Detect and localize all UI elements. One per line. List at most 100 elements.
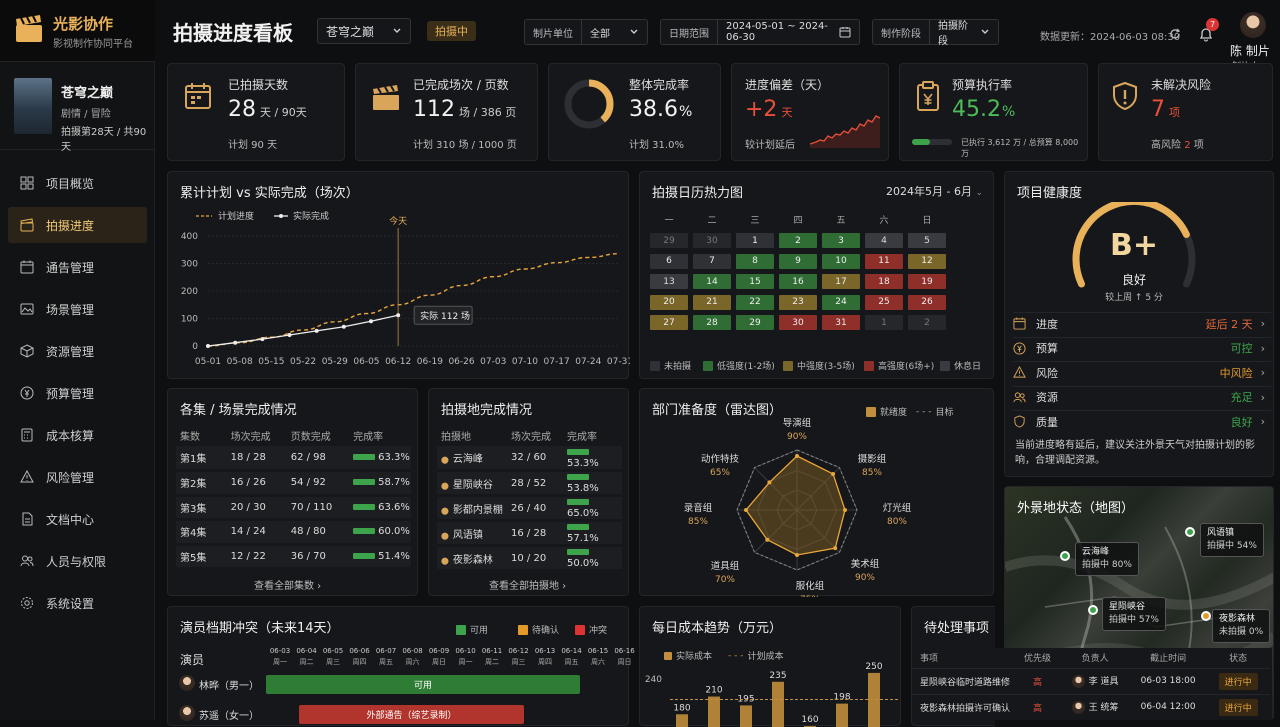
weekday-label: 周四 xyxy=(352,658,367,666)
date-range-filter[interactable]: 日期范围 2024-05-01 ~ 2024-06-30 xyxy=(660,19,860,45)
kpi-number: 7 xyxy=(1151,97,1165,122)
calendar-day[interactable]: 2 xyxy=(779,233,817,248)
calendar-day[interactable]: 1 xyxy=(865,315,903,330)
sidebar-item-8[interactable]: 风险管理 xyxy=(8,459,147,495)
calendar-day[interactable]: 29 xyxy=(736,315,774,330)
coin-icon xyxy=(1013,341,1026,355)
calendar-day[interactable]: 10 xyxy=(822,253,860,269)
project-card[interactable]: 苍穹之巅 剧情 / 冒险 拍摄第28天 / 共90天 xyxy=(0,70,155,153)
cell-text: 60.0% xyxy=(378,526,410,538)
calendar-day[interactable]: 15 xyxy=(736,274,774,289)
sidebar-item-10[interactable]: 人员与权限 xyxy=(8,543,147,579)
view-all-locations-link[interactable]: 查看全部拍摄地 › xyxy=(489,577,566,592)
table-row[interactable]: ⬤ 夜影森林 10 / 20 50.0% xyxy=(437,545,622,572)
table-row[interactable]: ⬤ 云海峰 32 / 60 53.3% xyxy=(437,446,622,472)
calendar-day[interactable]: 31 xyxy=(822,315,860,330)
stage-filter[interactable]: 制作阶段 拍摄阶段 xyxy=(872,19,999,47)
legend-label: 中强度(3-5场) xyxy=(797,362,855,372)
calendar-day[interactable]: 9 xyxy=(779,253,817,269)
calendar-day[interactable]: 29 xyxy=(650,233,688,248)
schedule-bar[interactable]: 外部通告（综艺录制） xyxy=(299,705,524,724)
calendar-day[interactable]: 8 xyxy=(736,253,774,269)
calendar-day[interactable]: 12 xyxy=(908,253,946,269)
calendar-day[interactable]: 28 xyxy=(693,315,731,330)
unit-filter[interactable]: 制片单位 全部 xyxy=(524,19,648,45)
project-select[interactable]: 苍穹之巅 xyxy=(317,18,411,44)
sidebar-item-5[interactable]: 资源管理 xyxy=(8,333,147,369)
schedule-bar[interactable]: 可用 xyxy=(266,675,580,694)
table-cell: ⬤ 星陨峡谷 xyxy=(437,470,511,497)
sidebar-item-9[interactable]: 文档中心 xyxy=(8,501,147,537)
calendar-day[interactable]: 26 xyxy=(908,294,946,310)
calendar-day[interactable]: 22 xyxy=(736,294,774,310)
calendar-day[interactable]: 4 xyxy=(865,233,903,248)
weekday-label: 周五 xyxy=(564,658,579,666)
table-header: 截止时间 xyxy=(1150,654,1187,665)
calendar-day[interactable]: 18 xyxy=(865,274,903,289)
calendar-day[interactable]: 1 xyxy=(736,233,774,248)
calendar-range-select[interactable]: 2024年5月 - 6月 ⌄ xyxy=(886,183,983,199)
sidebar-item-label: 风险管理 xyxy=(46,470,95,485)
sidebar-item-3[interactable]: 通告管理 xyxy=(8,249,147,285)
calendar-day[interactable]: 14 xyxy=(693,274,731,289)
calendar-day[interactable]: 6 xyxy=(650,253,688,269)
health-item[interactable]: 进度 延后 2 天 › xyxy=(1013,312,1271,334)
calendar-day[interactable]: 24 xyxy=(822,294,860,310)
table-row[interactable]: ⬤ 星陨峡谷 28 / 52 53.8% xyxy=(437,470,622,497)
calendar-day[interactable]: 30 xyxy=(693,233,731,248)
calendar-day[interactable]: 16 xyxy=(779,274,817,289)
table-row[interactable]: 第1集 18 / 28 62 / 98 63.3% xyxy=(176,446,411,472)
table-row[interactable]: 星陨峡谷临时道路维修 高 李 道具 06-03 18:00 进行中 xyxy=(912,667,1270,694)
calendar-day[interactable]: 2 xyxy=(908,315,946,330)
map-pin-icon[interactable] xyxy=(1060,551,1070,561)
map-pin-icon[interactable] xyxy=(1185,527,1195,537)
table-row[interactable]: 第4集 14 / 24 48 / 80 60.0% xyxy=(176,519,411,546)
table-row[interactable]: 第3集 20 / 30 70 / 110 63.6% xyxy=(176,495,411,521)
legend-label: 实际完成 xyxy=(293,210,329,222)
table-cell: 63.3% xyxy=(353,446,411,472)
table-row[interactable]: 第2集 16 / 26 54 / 92 58.7% xyxy=(176,470,411,497)
calendar-day[interactable]: 23 xyxy=(779,294,817,310)
table-row[interactable]: ⬤ 风语镇 16 / 28 57.1% xyxy=(437,520,622,547)
calendar-day[interactable]: 21 xyxy=(693,294,731,310)
sidebar-item-11[interactable]: 系统设置 xyxy=(8,585,147,621)
calendar-day[interactable]: 19 xyxy=(908,274,946,289)
completion-bar xyxy=(567,448,589,455)
sidebar-item-6[interactable]: 预算管理 xyxy=(8,375,147,411)
calendar-day[interactable]: 13 xyxy=(650,274,688,289)
avatar[interactable] xyxy=(1240,12,1266,38)
calendar-day[interactable]: 5 xyxy=(908,233,946,248)
health-item[interactable]: 风险 中风险 › xyxy=(1013,361,1271,383)
calendar-day[interactable]: 27 xyxy=(650,315,688,330)
health-item[interactable]: 预算 可控 › xyxy=(1013,336,1271,359)
view-all-episodes-link[interactable]: 查看全部集数 › xyxy=(254,577,321,592)
table-row[interactable]: 第5集 12 / 22 36 / 70 51.4% xyxy=(176,544,411,570)
refresh-icon[interactable] xyxy=(1169,28,1181,40)
calendar-day[interactable]: 17 xyxy=(822,274,860,289)
cost-bar xyxy=(772,681,784,727)
cell-text: 影都内景棚 xyxy=(452,504,503,516)
sidebar-item-2[interactable]: 拍摄进度 xyxy=(8,207,147,243)
owner-name: 李 道具 xyxy=(1088,677,1119,687)
calendar-day[interactable]: 25 xyxy=(865,294,903,310)
cell-text: 16 / 26 xyxy=(230,477,266,489)
sidebar-item-7[interactable]: 成本核算 xyxy=(8,417,147,453)
health-item[interactable]: 资源 充足 › xyxy=(1013,385,1271,408)
cell-text: 54 / 92 xyxy=(290,477,326,489)
health-item[interactable]: 质量 良好 › xyxy=(1013,410,1271,432)
table-row[interactable]: ⬤ 影都内景棚 26 / 40 65.0% xyxy=(437,495,622,522)
table-cell: 62 / 98 xyxy=(290,446,354,472)
calendar-day[interactable]: 7 xyxy=(693,253,731,269)
sidebar-item-4[interactable]: 场景管理 xyxy=(8,291,147,327)
map-pin-status: 拍摄中 57% xyxy=(1109,615,1159,625)
calendar-day[interactable]: 20 xyxy=(650,294,688,310)
health-grade-label: 良好 xyxy=(1121,273,1146,287)
legend-label: 高强度(6场+) xyxy=(878,362,935,372)
calendar-day[interactable]: 11 xyxy=(865,253,903,269)
table-row[interactable]: 夜影森林拍摄许可确认 高 王 统筹 06-04 12:00 进行中 xyxy=(912,693,1270,720)
map-pin-icon[interactable] xyxy=(1201,611,1211,621)
calendar-day[interactable]: 3 xyxy=(822,233,860,248)
calendar-day[interactable]: 30 xyxy=(779,315,817,330)
map-pin-icon[interactable] xyxy=(1088,605,1098,615)
sidebar-item-1[interactable]: 项目概览 xyxy=(8,165,147,201)
